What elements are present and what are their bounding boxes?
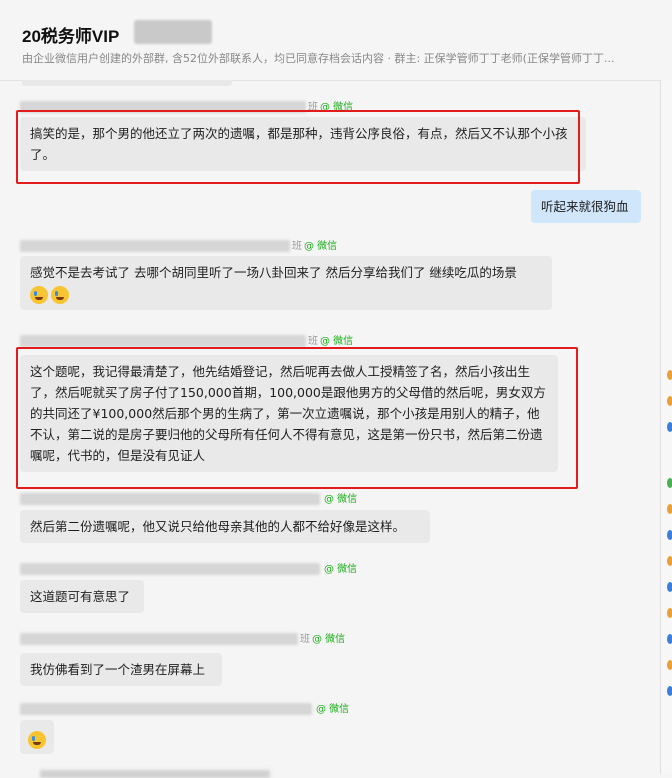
emoji-message-bubble[interactable] — [20, 720, 54, 754]
member-avatar-icon[interactable] — [667, 686, 672, 696]
wechat-tag: @ 微信 — [304, 241, 338, 252]
crying-laughing-emoji-icon — [28, 730, 46, 749]
message-sender[interactable]: 班 @ 微信 — [20, 332, 354, 347]
redacted-sender-name — [20, 335, 306, 347]
chat-header: 20税务师VIP 由企业微信用户创建的外部群, 含52位外部联系人，均已同意存档… — [0, 0, 672, 81]
member-avatar-icon[interactable] — [667, 608, 672, 618]
redacted-sender-name — [20, 493, 320, 505]
wechat-tag: @ 微信 — [324, 564, 358, 575]
group-subtitle: 由企业微信用户创建的外部群, 含52位外部联系人，均已同意存档会话内容 · 群主… — [22, 52, 615, 65]
message-text: 感觉不是去考试了 去哪个胡同里听了一场八卦回来了 然后分享给我们了 继续吃瓜的场… — [30, 265, 517, 280]
highlight-box — [16, 110, 580, 184]
redacted-sender-name — [20, 240, 290, 252]
member-avatar-icon[interactable] — [667, 422, 672, 432]
redacted-title-suffix — [134, 20, 212, 44]
redacted-sender-name — [20, 633, 298, 645]
member-avatar-icon[interactable] — [667, 396, 672, 406]
crying-laughing-emoji-icon — [30, 285, 48, 304]
highlight-box — [16, 347, 578, 489]
wechat-tag: @ 微信 — [320, 336, 354, 347]
wechat-tag: @ 微信 — [312, 634, 346, 645]
wechat-tag: @ 微信 — [324, 494, 358, 505]
member-avatar-icon[interactable] — [667, 634, 672, 644]
member-avatar-icon[interactable] — [667, 370, 672, 380]
member-avatar-icon[interactable] — [667, 530, 672, 540]
member-avatar-icon[interactable] — [667, 504, 672, 514]
next-message-sender-blur — [40, 770, 270, 778]
message-sender[interactable]: @ 微信 — [20, 490, 358, 505]
message-bubble[interactable]: 然后第二份遗嘱呢，他又说只给他母亲其他的人都不给好像是这样。 — [20, 510, 430, 543]
wechat-tag: @ 微信 — [316, 704, 350, 715]
crying-laughing-emoji-icon — [51, 285, 69, 304]
message-bubble[interactable]: 感觉不是去考试了 去哪个胡同里听了一场八卦回来了 然后分享给我们了 继续吃瓜的场… — [20, 256, 552, 310]
message-bubble[interactable]: 这道题可有意思了 — [20, 580, 144, 613]
member-avatar-icon[interactable] — [667, 556, 672, 566]
message-sender[interactable]: @ 微信 — [20, 700, 350, 715]
redacted-sender-name — [20, 703, 312, 715]
member-avatar-icon[interactable] — [667, 660, 672, 670]
group-title[interactable]: 20税务师VIP — [22, 22, 119, 47]
message-list[interactable]: 班 @ 微信 搞笑的是，那个男的他还立了两次的遗嘱，都是那种，违背公序良俗，有点，… — [0, 80, 660, 774]
message-sender[interactable]: 班 @ 微信 — [20, 237, 338, 252]
message-sender[interactable]: 班 @ 微信 — [20, 630, 346, 645]
member-avatar-icon[interactable] — [667, 478, 672, 488]
previous-message-edge — [22, 80, 232, 86]
member-sidebar[interactable] — [660, 80, 672, 774]
message-bubble[interactable]: 我仿佛看到了一个渣男在屏幕上 — [20, 653, 222, 686]
redacted-sender-name — [20, 563, 320, 575]
my-message-bubble[interactable]: 听起来就很狗血 — [531, 190, 641, 223]
member-avatar-icon[interactable] — [667, 582, 672, 592]
message-sender[interactable]: @ 微信 — [20, 560, 358, 575]
